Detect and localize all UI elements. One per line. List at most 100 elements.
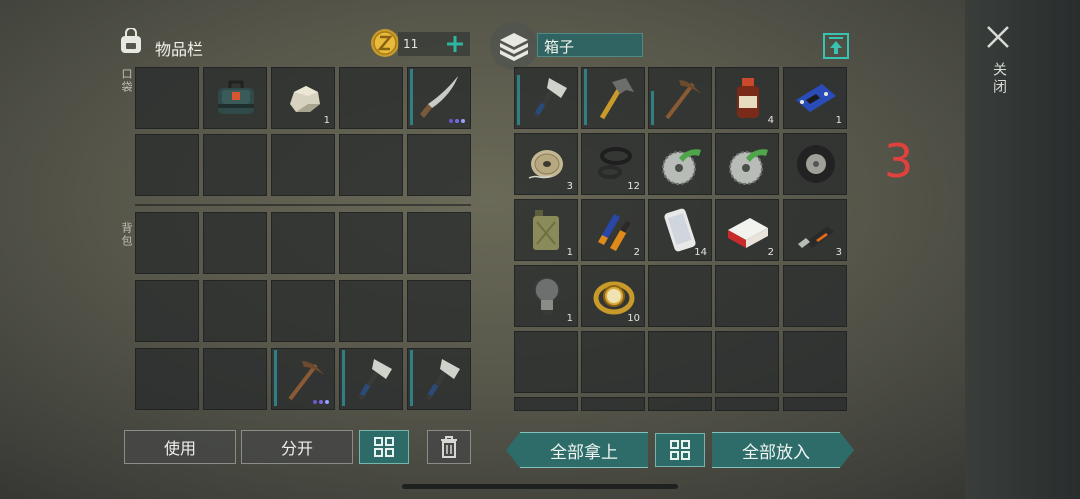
close-label: 关闭 <box>991 62 1007 96</box>
box-slot[interactable] <box>783 331 847 393</box>
box-slot-saw-blade[interactable] <box>715 133 779 195</box>
split-button[interactable]: 分开 <box>241 430 353 464</box>
usb-drive-icon <box>798 226 834 248</box>
backpack-slot[interactable] <box>203 280 267 342</box>
hatchet-icon <box>532 78 567 120</box>
backpack-slot[interactable] <box>135 348 199 410</box>
hatchet-icon <box>425 359 460 401</box>
sort-icon <box>670 440 690 460</box>
backpack-slot[interactable] <box>135 212 199 274</box>
backpack-slot[interactable] <box>203 212 267 274</box>
pickaxe-icon <box>288 361 324 401</box>
box-slot[interactable] <box>514 397 578 411</box>
box-slot-circuit-board[interactable]: 1 <box>783 67 847 129</box>
pocket-slot[interactable] <box>135 67 199 129</box>
box-slot[interactable] <box>715 331 779 393</box>
box-slot[interactable] <box>715 397 779 411</box>
sort-icon <box>374 437 394 457</box>
box-slot-medicine-bottle[interactable]: 4 <box>715 67 779 129</box>
take-all-button[interactable]: 全部拿上 <box>520 432 648 468</box>
box-slot[interactable] <box>581 397 645 411</box>
pocket-slot[interactable] <box>339 67 403 129</box>
box-slot[interactable] <box>648 331 712 393</box>
backpack-icon <box>118 27 144 56</box>
box-slot[interactable] <box>783 265 847 327</box>
box-slot-wire-spool[interactable]: 3 <box>514 133 578 195</box>
item-count: 12 <box>627 181 640 192</box>
box-slot[interactable] <box>648 265 712 327</box>
item-count: 1 <box>835 115 842 126</box>
backpack-slot[interactable] <box>271 212 335 274</box>
item-count: 3 <box>835 247 842 258</box>
cigarette-pack-icon <box>728 218 768 248</box>
close-panel <box>965 0 1080 499</box>
box-slot[interactable] <box>783 397 847 411</box>
rarity-dots <box>449 119 465 123</box>
item-count: 10 <box>627 313 640 324</box>
box-slot-pickaxe[interactable] <box>648 67 712 129</box>
pocket-slot[interactable] <box>203 134 267 196</box>
box-slot-tire[interactable] <box>783 133 847 195</box>
item-count: 2 <box>633 247 640 258</box>
box-slot-jerrycan[interactable]: 1 <box>514 199 578 261</box>
close-button[interactable] <box>983 22 1013 52</box>
item-count: 14 <box>694 247 707 258</box>
saw-blade-icon <box>729 149 768 185</box>
box-slot-cigarette-pack[interactable]: 2 <box>715 199 779 261</box>
durability-bar <box>410 350 413 406</box>
box-slot-rubber-seals[interactable]: 12 <box>581 133 645 195</box>
backpack-slot[interactable] <box>407 280 471 342</box>
box-slot[interactable] <box>581 331 645 393</box>
backpack-slot[interactable] <box>271 280 335 342</box>
pocket-slot[interactable] <box>271 134 335 196</box>
backpack-slot[interactable] <box>203 348 267 410</box>
box-slot-saw-blade[interactable] <box>648 133 712 195</box>
box-slot-smartphone[interactable]: 14 <box>648 199 712 261</box>
durability-bar <box>651 91 654 125</box>
trash-button[interactable] <box>427 430 471 464</box>
batteries-icon <box>598 214 632 251</box>
box-slot[interactable] <box>715 265 779 327</box>
pocket-slot-first-aid-kit[interactable] <box>203 67 267 129</box>
stone-icon <box>290 86 320 112</box>
backpack-slot[interactable] <box>339 280 403 342</box>
deposit-button[interactable] <box>822 32 850 60</box>
backpack-slot-hatchet[interactable] <box>339 348 403 410</box>
sort-box-button[interactable] <box>655 433 705 467</box>
item-count: 1 <box>566 313 573 324</box>
box-page-number: 3 <box>884 134 914 188</box>
pocket-slot[interactable] <box>135 134 199 196</box>
pocket-slot[interactable] <box>339 134 403 196</box>
tire-icon <box>797 145 835 183</box>
box-slot-wristwatch[interactable]: 10 <box>581 265 645 327</box>
box-slot[interactable] <box>514 331 578 393</box>
pocket-label: 口袋 <box>120 68 133 94</box>
item-count: 4 <box>767 115 774 126</box>
use-button[interactable]: 使用 <box>124 430 236 464</box>
light-bulb-icon <box>534 277 560 315</box>
pocket-slot-machete[interactable] <box>407 67 471 129</box>
backpack-slot[interactable] <box>135 280 199 342</box>
box-slot-batteries[interactable]: 2 <box>581 199 645 261</box>
box-slot-light-bulb[interactable]: 1 <box>514 265 578 327</box>
coin-icon <box>370 28 400 58</box>
backpack-slot-pickaxe[interactable] <box>271 348 335 410</box>
box-slot[interactable] <box>648 397 712 411</box>
put-all-button[interactable]: 全部放入 <box>712 432 840 468</box>
durability-bar <box>274 350 277 406</box>
backpack-slot[interactable] <box>407 212 471 274</box>
add-coins-button[interactable] <box>444 32 466 56</box>
box-slot-hammer[interactable] <box>581 67 645 129</box>
pocket-slot-stone[interactable]: 1 <box>271 67 335 129</box>
trash-icon <box>441 436 457 458</box>
sort-inventory-button[interactable] <box>359 430 409 464</box>
box-slot-hatchet[interactable] <box>514 67 578 129</box>
put-all-arrow <box>840 432 854 468</box>
backpack-slot-hatchet[interactable] <box>407 348 471 410</box>
box-slot-usb-drive[interactable]: 3 <box>783 199 847 261</box>
durability-bar <box>342 350 345 406</box>
upload-icon <box>823 33 849 59</box>
backpack-slot[interactable] <box>339 212 403 274</box>
pocket-slot[interactable] <box>407 134 471 196</box>
box-title: 箱子 <box>544 38 575 56</box>
